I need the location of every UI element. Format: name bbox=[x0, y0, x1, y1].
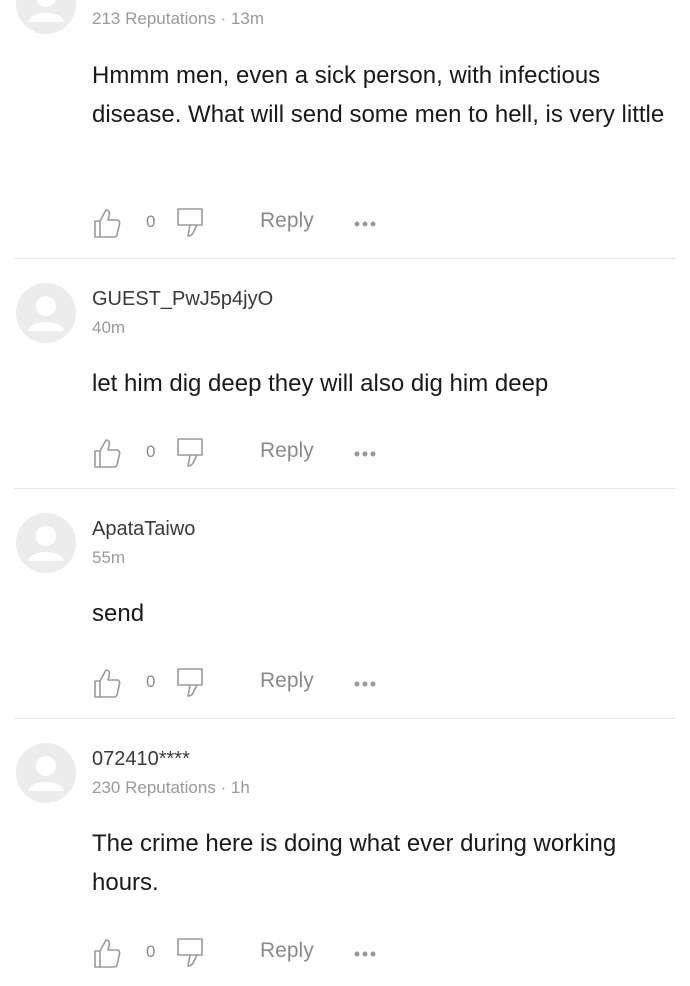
more-options-icon[interactable] bbox=[352, 942, 380, 966]
avatar[interactable] bbox=[16, 743, 76, 803]
more-options-icon[interactable] bbox=[352, 672, 380, 696]
thumbs-down-icon[interactable] bbox=[176, 436, 206, 470]
comment-meta: 230 Reputations · 1h bbox=[92, 778, 250, 797]
more-options-icon[interactable] bbox=[352, 442, 380, 466]
comment-meta: 40m bbox=[92, 318, 126, 337]
thumbs-down-icon[interactable] bbox=[176, 936, 206, 970]
avatar[interactable] bbox=[16, 283, 76, 343]
thumbs-up-icon[interactable] bbox=[92, 936, 122, 970]
divider bbox=[14, 718, 676, 719]
divider bbox=[14, 488, 676, 489]
comment-text: The crime here is doing what ever during… bbox=[92, 830, 617, 896]
reply-button[interactable]: Reply bbox=[260, 209, 314, 233]
default-avatar-icon bbox=[28, 0, 64, 22]
like-count: 0 bbox=[146, 672, 156, 691]
default-avatar-icon bbox=[28, 296, 64, 331]
comment-meta: 213 Reputations · 13m bbox=[92, 9, 264, 28]
thumbs-up-icon[interactable] bbox=[92, 666, 122, 700]
comment-actions: 0 Reply bbox=[92, 206, 412, 240]
reply-button[interactable]: Reply bbox=[260, 939, 314, 963]
like-count: 0 bbox=[146, 442, 156, 461]
comment-actions: 0 Reply bbox=[92, 436, 412, 470]
thumbs-up-icon[interactable] bbox=[92, 206, 122, 240]
avatar[interactable] bbox=[16, 513, 76, 573]
comment-text: Hmmm men, even a sick person, with infec… bbox=[92, 62, 665, 128]
default-avatar-icon bbox=[28, 526, 64, 561]
thumbs-up-icon[interactable] bbox=[92, 436, 122, 470]
comment-author[interactable]: ApataTaiwo bbox=[92, 517, 195, 541]
thumbs-down-icon[interactable] bbox=[176, 666, 206, 700]
comment-meta: 55m bbox=[92, 548, 126, 567]
more-options-icon[interactable] bbox=[352, 212, 380, 236]
comment-text: send bbox=[92, 600, 145, 627]
comment-actions: 0 Reply bbox=[92, 936, 412, 970]
thumbs-down-icon[interactable] bbox=[176, 206, 206, 240]
divider bbox=[14, 258, 676, 259]
comment-actions: 0 Reply bbox=[92, 666, 412, 700]
comment-author[interactable]: 072410**** bbox=[92, 747, 190, 771]
like-count: 0 bbox=[146, 942, 156, 961]
comment-author[interactable]: GUEST_PwJ5p4jyO bbox=[92, 287, 273, 311]
default-avatar-icon bbox=[28, 756, 64, 791]
reply-button[interactable]: Reply bbox=[260, 669, 314, 693]
like-count: 0 bbox=[146, 212, 156, 231]
reply-button[interactable]: Reply bbox=[260, 439, 314, 463]
comment-text: let him dig deep they will also dig him … bbox=[92, 370, 549, 397]
avatar[interactable] bbox=[16, 0, 76, 34]
